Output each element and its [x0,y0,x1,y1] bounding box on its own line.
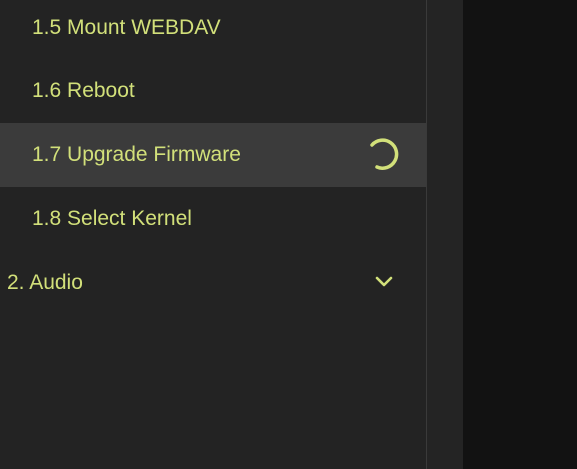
menu-item-label: 1.5 Mount WEBDAV [32,16,221,39]
sidebar-gutter [427,0,463,469]
menu-item-upgrade-firmware[interactable]: 1.7 Upgrade Firmware [0,123,426,187]
menu-item-label: 1.6 Reboot [32,79,135,102]
menu-item-reboot[interactable]: 1.6 Reboot [0,59,426,123]
menu-group-audio[interactable]: 2. Audio [0,251,426,315]
spinner-icon [370,138,399,170]
menu-item-label: 1.7 Upgrade Firmware [32,143,241,166]
chevron-down-icon[interactable] [374,275,394,289]
menu-group-label: 2. Audio [7,271,83,294]
menu-item-mount-webdav[interactable]: 1.5 Mount WEBDAV [0,0,426,60]
sidebar-menu: 1.5 Mount WEBDAV 1.6 Reboot 1.7 Upgrade … [0,0,426,469]
menu-item-label: 1.8 Select Kernel [32,207,192,230]
menu-item-select-kernel[interactable]: 1.8 Select Kernel [0,187,426,251]
main-content [463,0,577,469]
